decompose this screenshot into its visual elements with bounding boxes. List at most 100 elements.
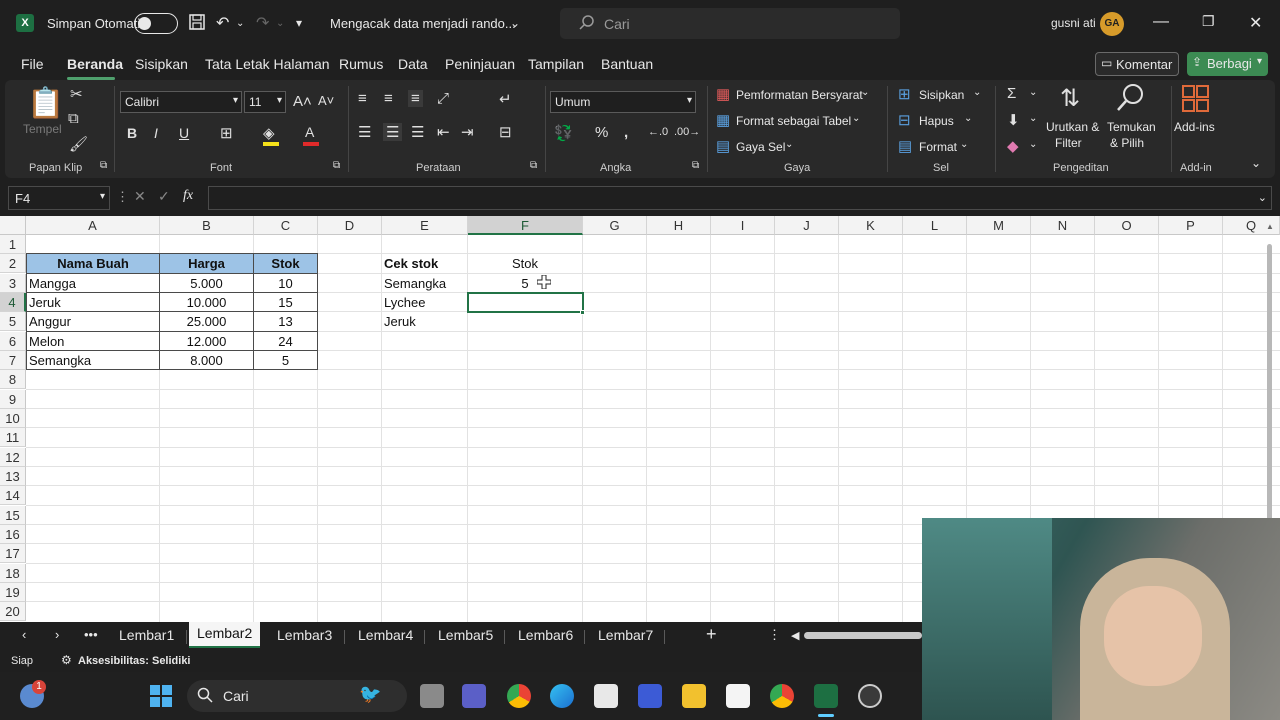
table-cell-price[interactable]: 5.000	[160, 274, 253, 293]
decrease-font-icon[interactable]: A˅	[318, 93, 334, 108]
underline-icon[interactable]: U	[179, 125, 189, 141]
col-header-o[interactable]: O	[1095, 216, 1159, 235]
align-center-icon[interactable]: ☰	[383, 123, 403, 141]
cf-dropdown-icon[interactable]: ⌄	[861, 87, 869, 98]
col-header-j[interactable]: J	[775, 216, 839, 235]
row-header-19[interactable]: 19	[0, 583, 26, 602]
row-header-12[interactable]: 12	[0, 448, 26, 467]
scroll-up-icon[interactable]: ▲	[1266, 222, 1274, 231]
redo-dropdown-icon[interactable]: ⌄	[276, 18, 284, 29]
table-cell-stock[interactable]: 24	[254, 332, 317, 351]
align-right-icon[interactable]: ☰	[411, 123, 424, 141]
col-header-h[interactable]: H	[647, 216, 711, 235]
app-icon[interactable]	[638, 684, 662, 708]
confirm-entry-icon[interactable]: ✓	[158, 188, 170, 205]
copy-icon[interactable]: ⧉	[68, 110, 79, 127]
lookup-header-stok[interactable]: Stok	[468, 254, 582, 273]
collapse-ribbon-icon[interactable]: ⌄	[1251, 156, 1261, 170]
drive-icon[interactable]	[726, 684, 750, 708]
find-select-label-2[interactable]: & Pilih	[1110, 136, 1144, 150]
insert-cells-button[interactable]: Sisipkan	[919, 88, 964, 102]
row-header-6[interactable]: 6	[0, 332, 26, 351]
sheet-tab-lembar3[interactable]: Lembar3	[277, 627, 332, 643]
ft-dropdown-icon[interactable]: ⌄	[852, 113, 860, 124]
vertical-scroll-thumb[interactable]	[1267, 244, 1272, 534]
avatar[interactable]: GA	[1100, 12, 1124, 36]
row-header-9[interactable]: 9	[0, 390, 26, 409]
format-dropdown-icon[interactable]: ⌄	[960, 139, 968, 150]
lookup-name[interactable]: Jeruk	[384, 312, 416, 331]
document-title[interactable]: Mengacak data menjadi rando...	[330, 16, 516, 31]
format-cells-button[interactable]: Format	[919, 140, 957, 154]
conditional-formatting-button[interactable]: Pemformatan Bersyarat	[736, 88, 863, 102]
tab-options-icon[interactable]: ⋮	[768, 627, 781, 643]
align-top-icon[interactable]: ≡	[358, 90, 367, 107]
comma-style-icon[interactable]: ,	[624, 124, 628, 141]
align-left-icon[interactable]: ☰	[358, 123, 371, 141]
row-header-16[interactable]: 16	[0, 525, 26, 544]
conditional-formatting-icon[interactable]: ▦	[716, 85, 730, 103]
undo-icon[interactable]: ↶	[216, 13, 229, 33]
row-header-18[interactable]: 18	[0, 564, 26, 583]
col-header-m[interactable]: M	[967, 216, 1031, 235]
decrease-decimal-icon[interactable]: .00→	[674, 126, 700, 138]
row-header-7[interactable]: 7	[0, 351, 26, 370]
find-select-label-1[interactable]: Temukan	[1107, 120, 1156, 134]
undo-dropdown-icon[interactable]: ⌄	[236, 18, 244, 29]
row-header-13[interactable]: 13	[0, 467, 26, 486]
table-cell-name[interactable]: Anggur	[29, 312, 71, 331]
lookup-name[interactable]: Semangka	[384, 274, 446, 293]
find-select-icon[interactable]	[1115, 82, 1147, 118]
number-launcher-icon[interactable]: ⧉	[692, 160, 699, 171]
table-cell-price[interactable]: 12.000	[160, 332, 253, 351]
format-painter-icon[interactable]: 🖌	[69, 135, 88, 153]
col-header-a[interactable]: A	[26, 216, 160, 235]
save-icon[interactable]	[188, 13, 206, 36]
table-cell-name[interactable]: Mangga	[29, 274, 76, 293]
italic-icon[interactable]: I	[154, 125, 158, 141]
sheet-tab-lembar7[interactable]: Lembar7	[598, 627, 653, 643]
excel-taskbar-icon[interactable]	[814, 684, 838, 708]
format-table-button[interactable]: Format sebagai Tabel	[736, 114, 851, 128]
autosum-icon[interactable]: Σ	[1007, 85, 1016, 102]
cut-icon[interactable]: ✂	[70, 85, 83, 103]
sort-filter-label-2[interactable]: Filter	[1055, 136, 1082, 150]
delete-cells-icon[interactable]: ⊟	[898, 111, 911, 129]
horizontal-scrollbar[interactable]	[804, 632, 922, 639]
more-tabs-icon[interactable]: •••	[84, 627, 98, 642]
menu-rumus[interactable]: Rumus	[339, 56, 383, 72]
restore-icon[interactable]: ❐	[1202, 13, 1215, 30]
delete-cells-button[interactable]: Hapus	[919, 114, 954, 128]
hscroll-left-icon[interactable]: ◀	[791, 629, 799, 642]
sort-filter-label-1[interactable]: Urutkan &	[1046, 120, 1099, 134]
table-cell-price[interactable]: 8.000	[160, 351, 253, 370]
row-header-2[interactable]: 2	[0, 254, 26, 273]
cell-styles-icon[interactable]: ▤	[716, 137, 730, 155]
sheet-tab-lembar5[interactable]: Lembar5	[438, 627, 493, 643]
sheet-tab-lembar1[interactable]: Lembar1	[119, 627, 174, 643]
row-header-15[interactable]: 15	[0, 506, 26, 525]
row-header-3[interactable]: 3	[0, 274, 26, 293]
col-header-e[interactable]: E	[382, 216, 468, 235]
borders-icon[interactable]: ⊞	[220, 124, 233, 142]
accessibility-status[interactable]: Aksesibilitas: Selidiki	[78, 655, 191, 667]
windows-start-icon[interactable]	[149, 684, 173, 713]
merge-center-icon[interactable]: ⊟	[499, 123, 512, 141]
align-bottom-icon[interactable]: ≡	[408, 90, 423, 107]
increase-font-icon[interactable]: A˄	[293, 93, 312, 110]
wrap-text-icon[interactable]: ↵	[499, 90, 512, 108]
table-header-stok[interactable]: Stok	[254, 254, 317, 273]
row-header-5[interactable]: 5	[0, 312, 26, 331]
alignment-launcher-icon[interactable]: ⧉	[530, 160, 537, 171]
add-sheet-icon[interactable]: +	[706, 624, 717, 645]
store-icon[interactable]	[594, 684, 618, 708]
lookup-result[interactable]	[468, 312, 582, 331]
col-header-i[interactable]: I	[711, 216, 775, 235]
edge-icon[interactable]	[550, 684, 574, 708]
menu-tampilan[interactable]: Tampilan	[528, 56, 584, 72]
bold-icon[interactable]: B	[127, 125, 137, 141]
minimize-icon[interactable]: —	[1153, 13, 1169, 31]
col-header-f[interactable]: F	[468, 216, 583, 235]
komentar-button[interactable]: ▭ Komentar	[1095, 52, 1179, 76]
format-table-icon[interactable]: ▦	[716, 111, 730, 129]
